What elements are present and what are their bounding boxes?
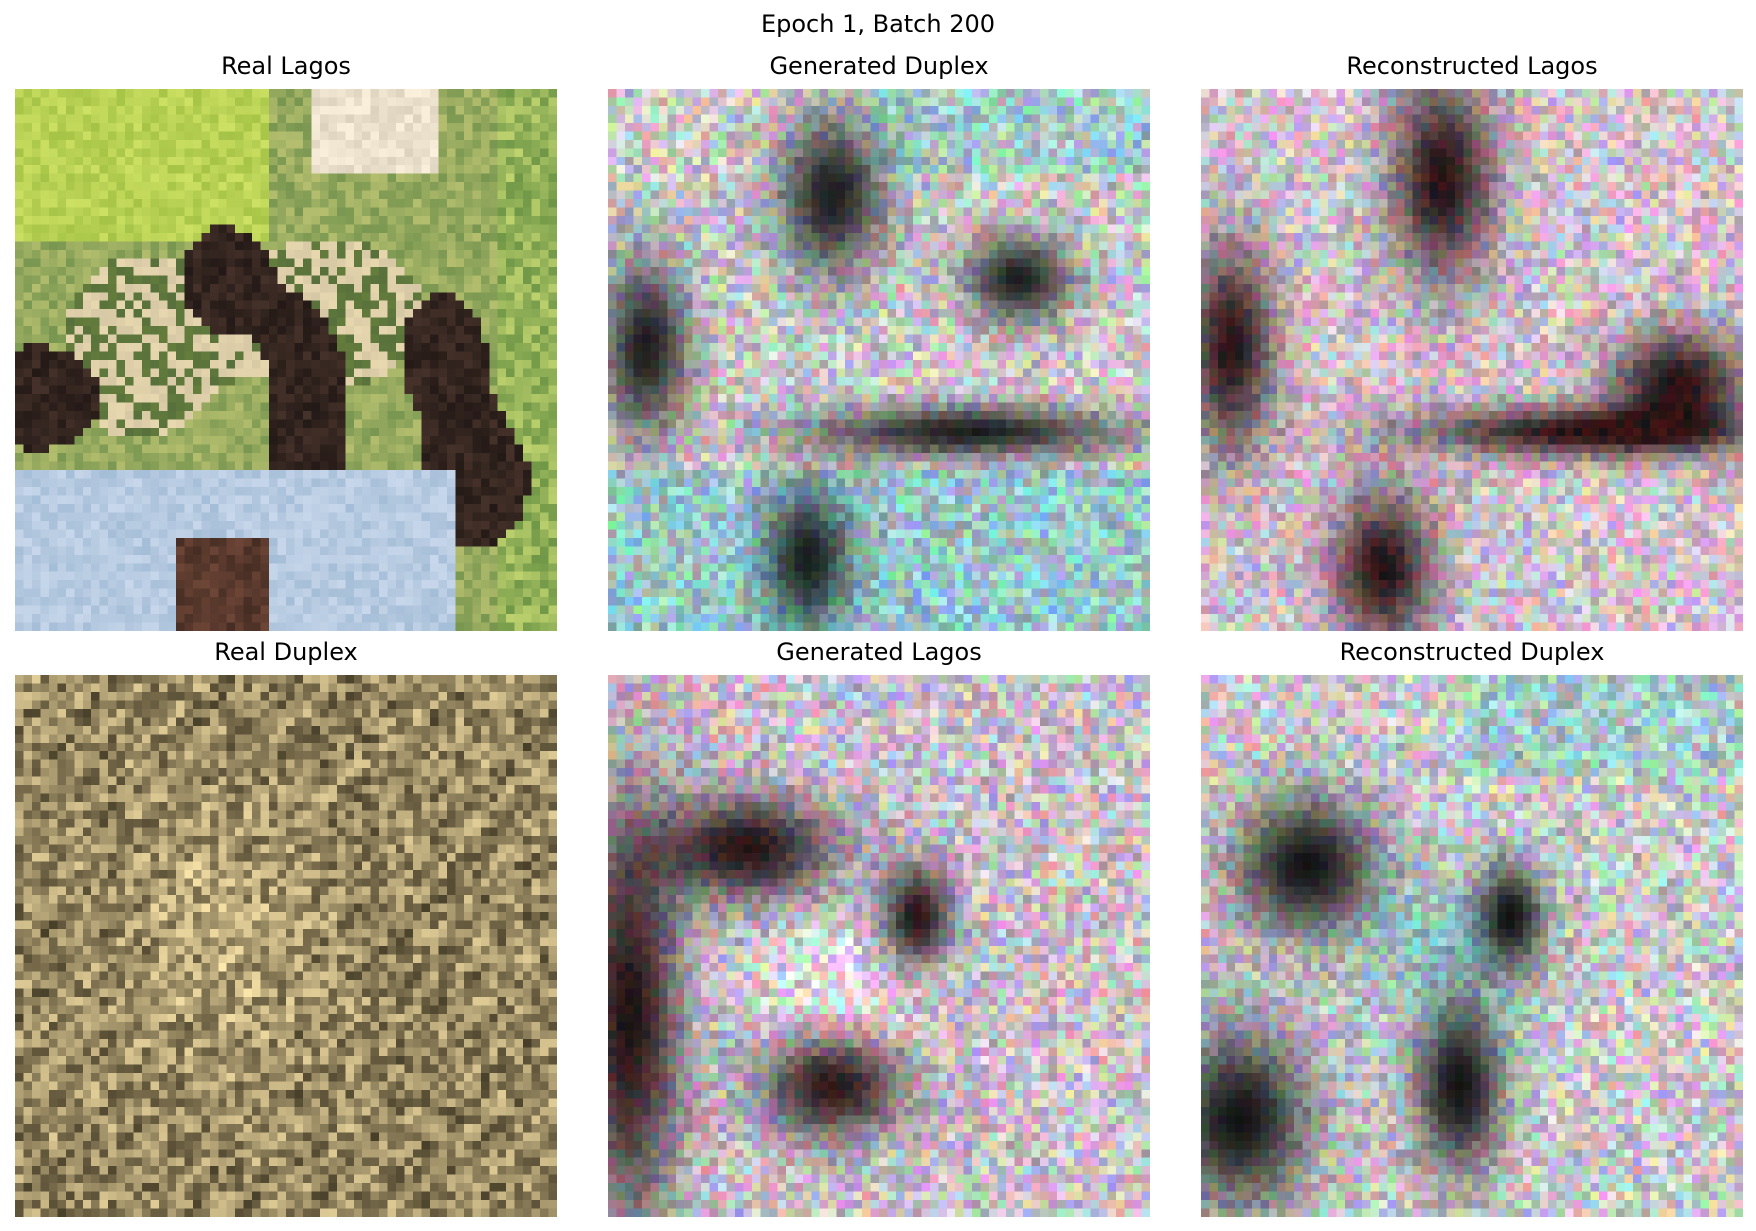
- image-reconstructed-lagos: [1201, 89, 1743, 631]
- image-real-lagos: [15, 89, 557, 631]
- panel-title-real-lagos: Real Lagos: [221, 52, 351, 80]
- panel-title-generated-lagos: Generated Lagos: [776, 638, 982, 666]
- panel-title-reconstructed-duplex: Reconstructed Duplex: [1339, 638, 1605, 666]
- image-generated-duplex: [608, 89, 1150, 631]
- panel-title-real-duplex: Real Duplex: [214, 638, 358, 666]
- image-real-duplex: [15, 675, 557, 1217]
- image-reconstructed-duplex: [1201, 675, 1743, 1217]
- figure-suptitle: Epoch 1, Batch 200: [760, 10, 996, 38]
- image-generated-lagos: [608, 675, 1150, 1217]
- panel-title-reconstructed-lagos: Reconstructed Lagos: [1346, 52, 1598, 80]
- panel-title-generated-duplex: Generated Duplex: [769, 52, 989, 80]
